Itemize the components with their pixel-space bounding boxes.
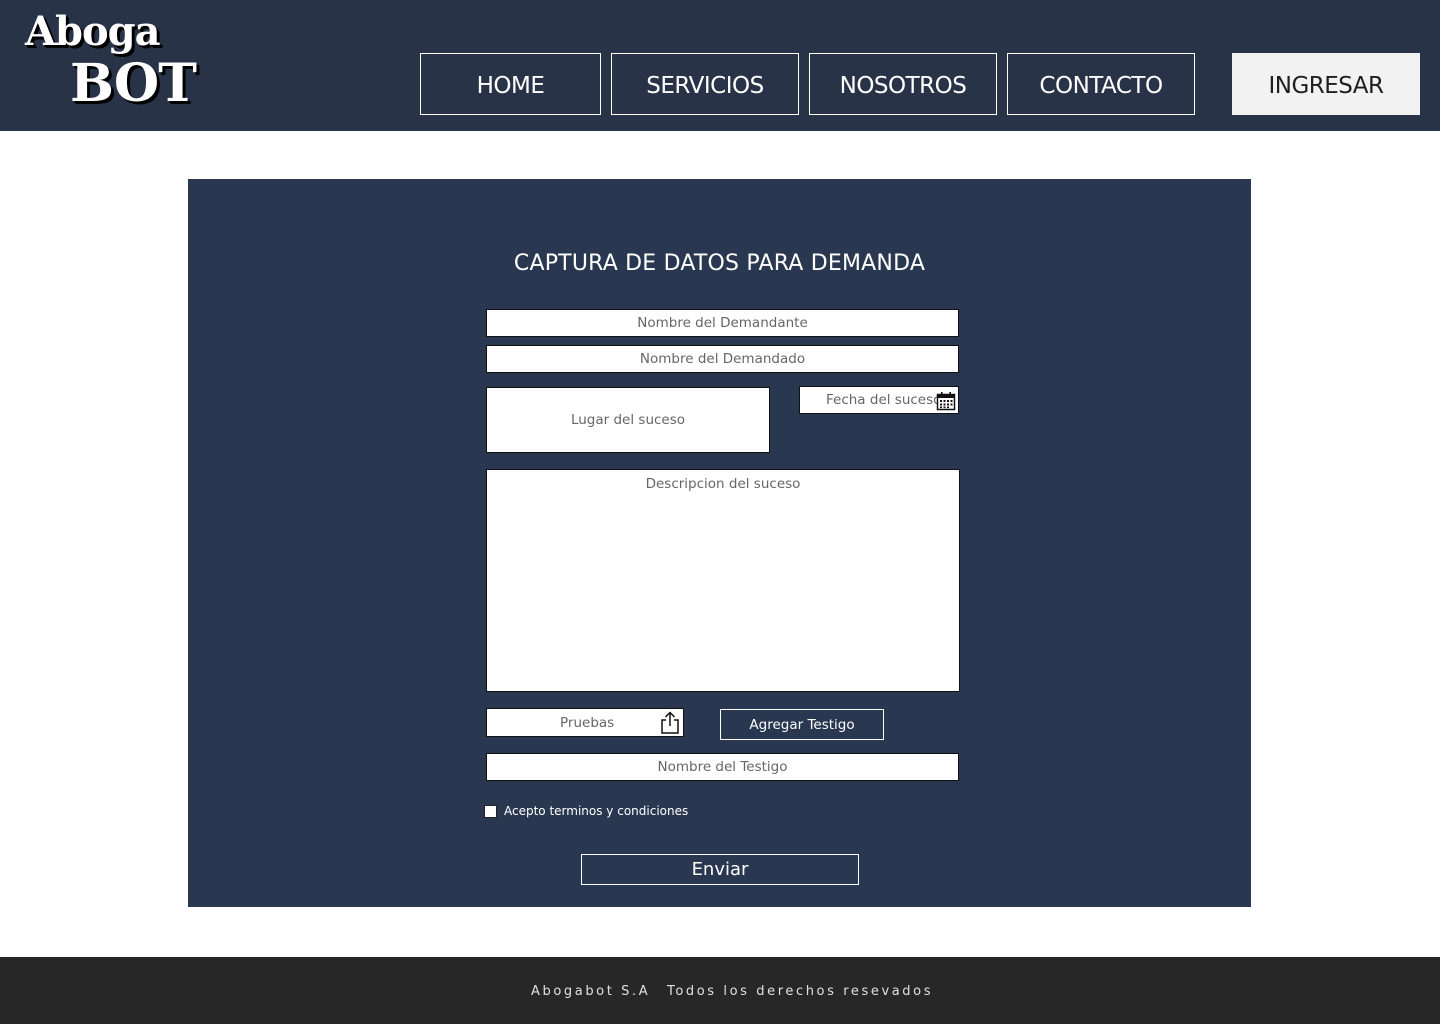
evidence-placeholder: Pruebas [560,714,615,731]
event-date-placeholder: Fecha del suceso [826,392,942,408]
defendant-name-input[interactable]: Nombre del Demandado [486,345,959,373]
upload-share-icon[interactable] [659,711,681,735]
site-header: Aboga BOT HOME SERVICIOS NOSOTROS CONTAC… [0,0,1440,131]
event-date-input[interactable]: Fecha del suceso [799,386,959,414]
plaintiff-name-input[interactable]: Nombre del Demandante [486,309,959,337]
login-button[interactable]: INGRESAR [1232,53,1420,115]
footer-rights: Todos los derechos resevados [667,984,934,999]
abogabot-logo[interactable]: Aboga BOT [25,8,197,120]
terms-label: Acepto terminos y condiciones [504,804,689,818]
submit-button[interactable]: Enviar [581,854,859,885]
nav-nosotros-button[interactable]: NOSOTROS [809,53,997,115]
nav-servicios-button[interactable]: SERVICIOS [611,53,799,115]
demand-form-panel: CAPTURA DE DATOS PARA DEMANDA Nombre del… [188,179,1251,907]
nav-home-button[interactable]: HOME [420,53,601,115]
terms-checkbox[interactable] [484,805,497,818]
calendar-icon[interactable] [936,391,956,411]
logo-line-2: BOT [70,53,197,114]
witness-name-input[interactable]: Nombre del Testigo [486,753,959,781]
add-witness-button[interactable]: Agregar Testigo [720,709,884,740]
nav-contacto-button[interactable]: CONTACTO [1007,53,1195,115]
event-location-input[interactable]: Lugar del suceso [486,387,770,453]
evidence-upload-input[interactable]: Pruebas [486,708,684,737]
form-title: CAPTURA DE DATOS PARA DEMANDA [513,251,926,276]
logo-line-1: Aboga [25,8,161,55]
event-description-textarea[interactable]: Descripcion del suceso [486,469,960,692]
site-footer: Abogabot S.A Todos los derechos resevado… [0,957,1440,1024]
footer-company: Abogabot S.A [531,984,651,999]
